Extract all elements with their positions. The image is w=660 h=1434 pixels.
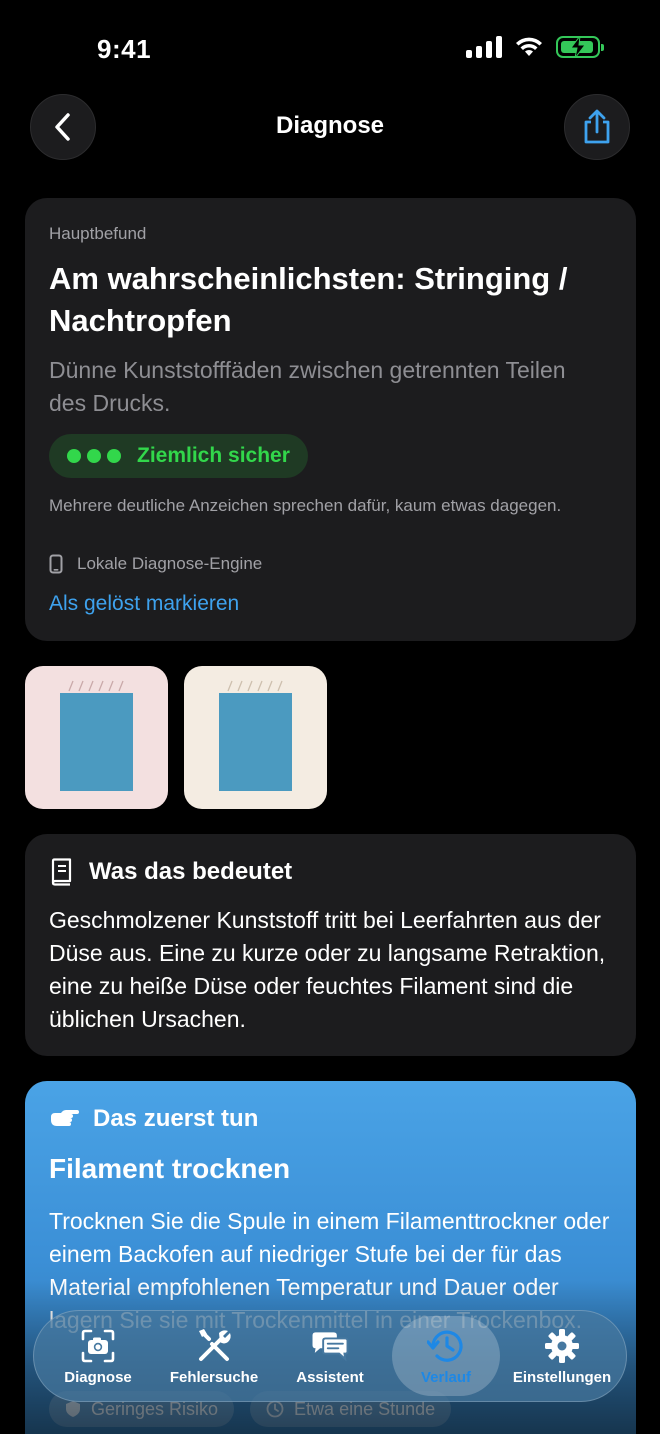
gear-icon [545, 1328, 579, 1363]
print-photo-thumbnail[interactable] [25, 666, 168, 809]
phone-icon [49, 554, 63, 574]
meaning-heading: Was das bedeutet [49, 858, 292, 886]
print-part-illustration [219, 693, 292, 791]
print-part-illustration [60, 693, 133, 791]
confidence-label: Ziemlich sicher [137, 444, 290, 467]
battery-charging-icon [556, 36, 604, 58]
first-action-heading: Das zuerst tun [49, 1105, 258, 1133]
primary-finding-card: Hauptbefund Am wahrscheinlichsten: Strin… [25, 198, 636, 641]
status-bar: 9:41 [0, 0, 660, 96]
first-action-title: Filament trocknen [49, 1153, 291, 1184]
stringing-illustration [68, 680, 124, 692]
clock-icon [266, 1400, 284, 1418]
engine-info: Lokale Diagnose-Engine [49, 554, 262, 574]
tab-label: Fehlersuche [169, 1368, 259, 1386]
tab-bar: Diagnose Fehlersuche Assistent Verlauf E… [33, 1310, 627, 1402]
finding-overline: Hauptbefund [49, 224, 147, 243]
page-title: Diagnose [275, 112, 385, 139]
engine-label: Lokale Diagnose-Engine [77, 554, 263, 573]
tab-diagnose[interactable]: Diagnose [44, 1316, 152, 1396]
diagnosis-screen: 9:41 Diagnose Hauptbefund Am wahrscheinl… [0, 0, 660, 1434]
book-icon [51, 858, 72, 886]
tab-label: Diagnose [64, 1368, 132, 1386]
first-action-heading-label: Das zuerst tun [93, 1105, 259, 1132]
tab-verlauf[interactable]: Verlauf [392, 1316, 500, 1396]
tab-assistent[interactable]: Assistent [276, 1316, 384, 1396]
cellular-signal-icon [466, 36, 502, 58]
status-icons [466, 36, 604, 58]
status-time: 9:41 [97, 34, 152, 64]
wifi-icon [516, 37, 542, 56]
confidence-badge: Ziemlich sicher [49, 434, 308, 478]
finding-summary: Dünne Kunststofffäden zwischen getrennte… [49, 357, 566, 416]
tab-label: Verlauf [420, 1368, 472, 1386]
shield-icon [66, 1401, 80, 1417]
camera-scan-icon [81, 1329, 115, 1362]
tab-label: Assistent [296, 1368, 364, 1386]
confidence-dot-icon [67, 449, 81, 463]
confidence-explanation: Mehrere deutliche Anzeichen sprechen daf… [49, 496, 562, 515]
meaning-card: Was das bedeutet Geschmolzener Kunststof… [25, 834, 636, 1056]
tab-label: Einstellungen [512, 1368, 612, 1386]
finding-headline: Am wahrscheinlichsten: Stringing / Nacht… [49, 261, 568, 338]
share-icon [584, 109, 610, 144]
chat-bubbles-icon [312, 1331, 349, 1361]
navigation-bar: Diagnose [0, 94, 660, 160]
tab-fehlersuche[interactable]: Fehlersuche [160, 1316, 268, 1396]
meaning-heading-label: Was das bedeutet [89, 858, 293, 885]
stringing-illustration [227, 680, 283, 692]
tab-einstellungen[interactable]: Einstellungen [508, 1316, 616, 1396]
pointing-hand-icon [51, 1110, 79, 1126]
history-icon [427, 1330, 463, 1362]
meaning-body: Geschmolzener Kunststoff tritt bei Leer­… [49, 907, 606, 1032]
tools-icon [199, 1328, 231, 1361]
print-photo-thumbnail[interactable] [184, 666, 327, 809]
mark-resolved-link[interactable]: Als gelöst markieren [49, 592, 239, 616]
confidence-dot-icon [107, 449, 121, 463]
confidence-dot-icon [87, 449, 101, 463]
share-button[interactable] [564, 94, 630, 160]
